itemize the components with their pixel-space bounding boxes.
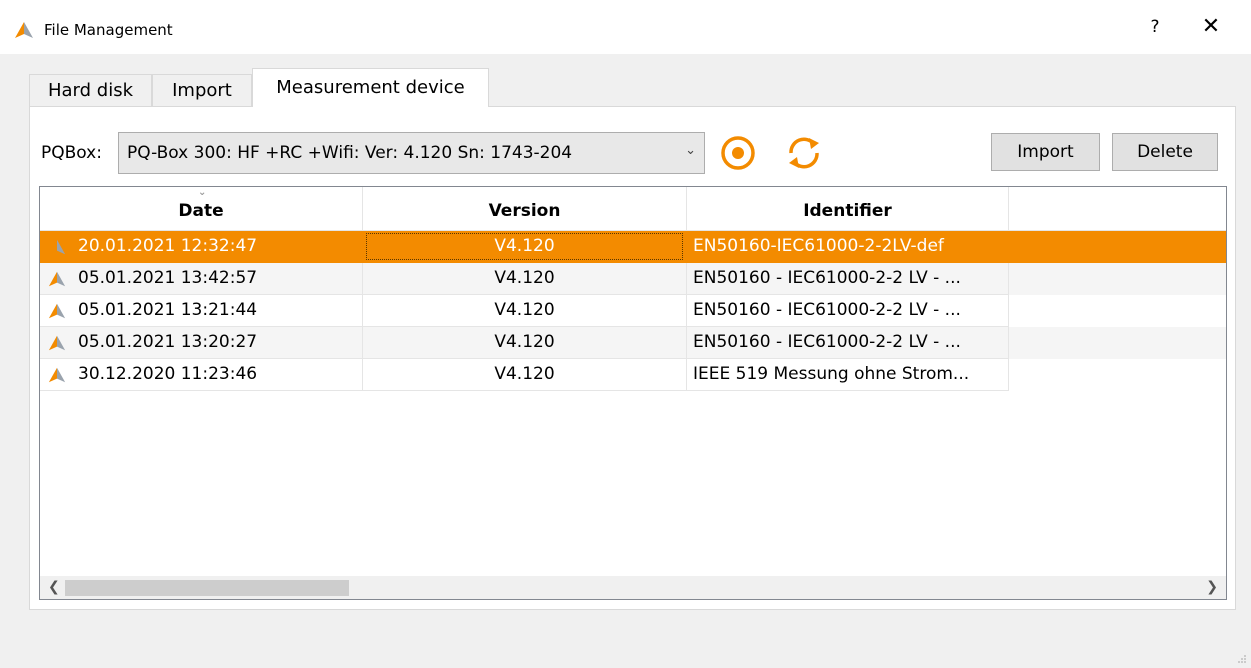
measurement-file-icon — [48, 335, 66, 351]
identifier-cell: EN50160 - IEC61000-2-2 LV - ... — [687, 295, 1009, 327]
table-row[interactable]: 20.01.2021 12:32:47 V4.120 EN50160-IEC61… — [40, 231, 1226, 263]
horizontal-scrollbar[interactable]: ❮ ❯ — [40, 576, 1226, 599]
identifier-cell: EN50160 - IEC61000-2-2 LV - ... — [687, 327, 1009, 359]
date-value: 20.01.2021 12:32:47 — [78, 236, 258, 256]
date-value: 05.01.2021 13:20:27 — [78, 332, 258, 352]
measurement-file-icon — [48, 367, 66, 383]
version-cell: V4.120 — [363, 231, 687, 263]
date-cell: 05.01.2021 13:21:44 — [40, 295, 363, 327]
title-bar: File Management ? ✕ — [0, 0, 1251, 54]
column-header-date[interactable]: ⌄ Date — [40, 187, 363, 231]
column-header-identifier[interactable]: Identifier — [687, 187, 1009, 231]
chevron-down-icon: ⌄ — [685, 143, 696, 158]
resize-grip-icon[interactable] — [1237, 654, 1247, 664]
version-cell: V4.120 — [363, 359, 687, 391]
measurement-file-icon — [48, 239, 66, 255]
scroll-right-icon[interactable]: ❯ — [1206, 579, 1218, 595]
tab-hard-disk[interactable]: Hard disk — [29, 74, 152, 106]
date-value: 05.01.2021 13:21:44 — [78, 300, 258, 320]
help-button[interactable]: ? — [1143, 17, 1167, 37]
measurement-file-icon — [48, 303, 66, 319]
date-cell: 30.12.2020 11:23:46 — [40, 359, 363, 391]
date-cell: 05.01.2021 13:42:57 — [40, 263, 363, 295]
column-header-empty — [1009, 187, 1226, 231]
table-row[interactable]: 05.01.2021 13:42:57 V4.120 EN50160 - IEC… — [40, 263, 1226, 295]
table-header: ⌄ Date Version Identifier — [40, 187, 1226, 231]
sort-chevron-icon: ⌄ — [198, 187, 207, 198]
tab-import[interactable]: Import — [152, 74, 252, 106]
identifier-cell: IEEE 519 Messung ohne Strom... — [687, 359, 1009, 391]
date-cell: 20.01.2021 12:32:47 — [40, 231, 363, 263]
table-row[interactable]: 30.12.2020 11:23:46 V4.120 IEEE 519 Mess… — [40, 359, 1226, 391]
version-cell: V4.120 — [363, 327, 687, 359]
pqbox-label: PQBox: — [41, 143, 102, 163]
close-button[interactable]: ✕ — [1196, 14, 1226, 39]
table-row[interactable]: 05.01.2021 13:21:44 V4.120 EN50160 - IEC… — [40, 295, 1226, 327]
version-cell: V4.120 — [363, 295, 687, 327]
measurement-file-icon — [48, 271, 66, 287]
delete-button[interactable]: Delete — [1112, 133, 1218, 171]
scroll-left-icon[interactable]: ❮ — [48, 579, 60, 595]
window-title: File Management — [44, 21, 173, 39]
table-row[interactable]: 05.01.2021 13:20:27 V4.120 EN50160 - IEC… — [40, 327, 1226, 359]
measurement-table[interactable]: ⌄ Date Version Identifier 20.01.2021 12:… — [39, 186, 1227, 600]
version-cell: V4.120 — [363, 263, 687, 295]
scrollbar-thumb[interactable] — [65, 580, 349, 596]
column-header-date-label: Date — [178, 201, 224, 221]
app-logo-icon — [15, 22, 33, 38]
device-select-value: PQ-Box 300: HF +RC +Wifi: Ver: 4.120 Sn:… — [127, 143, 573, 163]
import-button[interactable]: Import — [991, 133, 1100, 171]
date-value: 30.12.2020 11:23:46 — [78, 364, 258, 384]
date-value: 05.01.2021 13:42:57 — [78, 268, 258, 288]
date-cell: 05.01.2021 13:20:27 — [40, 327, 363, 359]
refresh-icon[interactable] — [784, 133, 824, 173]
device-select[interactable]: PQ-Box 300: HF +RC +Wifi: Ver: 4.120 Sn:… — [118, 132, 705, 174]
identifier-cell: EN50160-IEC61000-2-2LV-def — [687, 231, 1009, 263]
column-header-version[interactable]: Version — [363, 187, 687, 231]
record-icon[interactable] — [718, 133, 758, 173]
identifier-cell: EN50160 - IEC61000-2-2 LV - ... — [687, 263, 1009, 295]
tab-measurement-device[interactable]: Measurement device — [252, 68, 489, 107]
focus-indicator — [366, 233, 683, 260]
